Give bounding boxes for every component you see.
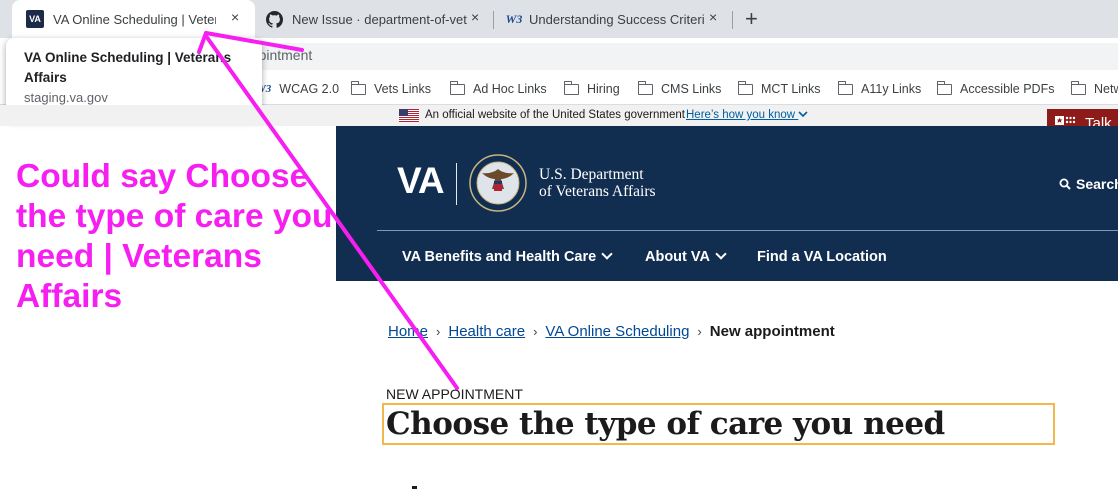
bookmark-wcag[interactable]: W3 WCAG 2.0 bbox=[256, 79, 339, 99]
breadcrumb: Home › Health care › VA Online Schedulin… bbox=[388, 323, 835, 340]
nav-find-va-location[interactable]: Find a VA Location bbox=[757, 249, 887, 265]
nav-label: About VA bbox=[645, 249, 710, 265]
chevron-down-icon bbox=[601, 248, 613, 260]
department-name-line2: of Veterans Affairs bbox=[539, 183, 656, 200]
folder-icon bbox=[563, 80, 579, 95]
nav-about-va[interactable]: About VA bbox=[645, 248, 727, 265]
close-tab-icon[interactable]: × bbox=[709, 9, 717, 25]
tab-title: New Issue · department-of-vet bbox=[292, 11, 467, 27]
department-name-line1: U.S. Department bbox=[539, 166, 644, 183]
breadcrumb-health-care[interactable]: Health care bbox=[448, 323, 525, 340]
tab-title: Understanding Success Criteri bbox=[529, 11, 705, 27]
chevron-down-icon bbox=[715, 248, 727, 260]
close-tab-icon[interactable]: × bbox=[471, 9, 479, 25]
bookmark-accessible-pdfs[interactable]: Accessible PDFs bbox=[936, 79, 1055, 99]
search-button[interactable]: Search bbox=[1059, 176, 1118, 192]
logo-divider bbox=[456, 163, 457, 205]
va-logo[interactable]: VA bbox=[397, 160, 445, 202]
tab-understanding-success-criteria[interactable]: W3 Understanding Success Criteri × bbox=[494, 0, 732, 38]
page-title: Choose the type of care you need bbox=[386, 406, 945, 442]
hover-card-url: staging.va.gov bbox=[24, 90, 108, 105]
breadcrumb-home[interactable]: Home bbox=[388, 323, 428, 340]
breadcrumb-separator: › bbox=[436, 324, 441, 339]
chevron-down-icon bbox=[798, 111, 808, 118]
breadcrumb-separator: › bbox=[533, 324, 538, 339]
github-icon bbox=[265, 10, 283, 28]
bookmark-label: A11y Links bbox=[861, 82, 922, 96]
breadcrumb-va-online-scheduling[interactable]: VA Online Scheduling bbox=[545, 323, 689, 340]
folder-icon bbox=[449, 80, 465, 95]
bookmark-ad-hoc-links[interactable]: Ad Hoc Links bbox=[449, 79, 547, 99]
nav-va-benefits[interactable]: VA Benefits and Health Care bbox=[402, 248, 613, 265]
bookmark-label: Ad Hoc Links bbox=[473, 82, 547, 96]
nav-label: Find a VA Location bbox=[757, 249, 887, 265]
bookmark-label: Vets Links bbox=[374, 82, 431, 96]
bookmark-hiring[interactable]: Hiring bbox=[563, 79, 620, 99]
bookmark-mct-links[interactable]: MCT Links bbox=[737, 79, 821, 99]
va-seal-icon bbox=[469, 154, 527, 212]
us-flag-icon bbox=[399, 109, 419, 122]
heres-how-you-know-link[interactable]: Here’s how you know bbox=[686, 109, 808, 121]
bookmark-label: Hiring bbox=[587, 82, 620, 96]
folder-icon bbox=[936, 80, 952, 95]
search-icon bbox=[1059, 178, 1071, 190]
bookmark-label: CMS Links bbox=[661, 82, 722, 96]
nav-divider bbox=[377, 230, 1118, 231]
breadcrumb-separator: › bbox=[697, 324, 702, 339]
tab-new-issue[interactable]: New Issue · department-of-vet × bbox=[255, 0, 494, 38]
bookmark-label: Accessible PDFs bbox=[960, 82, 1055, 96]
w3c-favicon: W3 bbox=[505, 11, 523, 26]
bookmark-a11y-links[interactable]: A11y Links bbox=[837, 79, 922, 99]
folder-icon bbox=[837, 80, 853, 95]
link-label: Here’s how you know bbox=[686, 109, 796, 121]
va-favicon: VA bbox=[26, 10, 44, 28]
tab-separator bbox=[732, 11, 733, 29]
new-tab-button[interactable]: + bbox=[745, 6, 758, 32]
annotation-text: Could say Choose the type of care you ne… bbox=[16, 158, 333, 315]
tab-title: VA Online Scheduling | Veteran bbox=[53, 11, 216, 27]
breadcrumb-current: New appointment bbox=[709, 323, 835, 340]
bookmark-netw[interactable]: Netw bbox=[1070, 79, 1118, 99]
bookmark-label: WCAG 2.0 bbox=[279, 82, 340, 96]
folder-icon bbox=[737, 80, 753, 95]
tab-va-online-scheduling[interactable]: VA VA Online Scheduling | Veteran × bbox=[12, 0, 255, 38]
folder-icon bbox=[350, 80, 366, 95]
bookmark-cms-links[interactable]: CMS Links bbox=[637, 79, 722, 99]
close-tab-icon[interactable]: × bbox=[231, 9, 239, 25]
nav-label: VA Benefits and Health Care bbox=[402, 249, 597, 265]
partial-content-glyph bbox=[412, 486, 417, 489]
folder-icon bbox=[637, 80, 653, 95]
bookmark-label: Netw bbox=[1094, 82, 1118, 96]
official-site-text: An official website of the United States… bbox=[425, 109, 685, 121]
page-eyebrow: NEW APPOINTMENT bbox=[386, 386, 523, 402]
folder-icon bbox=[1070, 80, 1086, 95]
hover-card-title: VA Online Scheduling | Veterans Affairs bbox=[24, 50, 232, 85]
bookmark-label: MCT Links bbox=[761, 82, 821, 96]
bookmark-vets-links[interactable]: Vets Links bbox=[350, 79, 431, 99]
search-label: Search bbox=[1076, 176, 1118, 192]
